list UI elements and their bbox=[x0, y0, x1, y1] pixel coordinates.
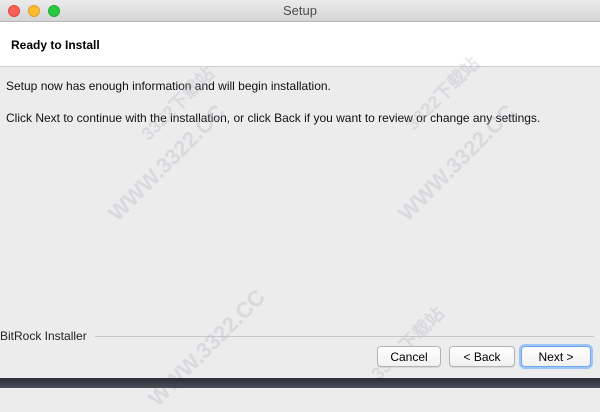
installer-header: Ready to Install bbox=[0, 22, 600, 67]
info-paragraph: Setup now has enough information and wil… bbox=[6, 79, 331, 93]
footer-divider bbox=[95, 336, 594, 337]
window-titlebar: Setup bbox=[0, 0, 600, 22]
back-button[interactable]: < Back bbox=[449, 346, 515, 367]
installer-brand-label: BitRock Installer bbox=[0, 329, 87, 343]
window-title: Setup bbox=[283, 3, 317, 18]
instruction-paragraph: Click Next to continue with the installa… bbox=[6, 111, 541, 125]
watermark-url: WWW.3322.CC bbox=[143, 284, 270, 411]
desktop-dock-strip bbox=[0, 378, 600, 388]
watermark-site: 3322下载站 bbox=[137, 63, 219, 145]
next-button[interactable]: Next > bbox=[521, 346, 591, 367]
page-title: Ready to Install bbox=[11, 38, 100, 52]
cancel-button[interactable]: Cancel bbox=[377, 346, 441, 367]
watermark-site: 3322下载站 bbox=[367, 303, 449, 385]
